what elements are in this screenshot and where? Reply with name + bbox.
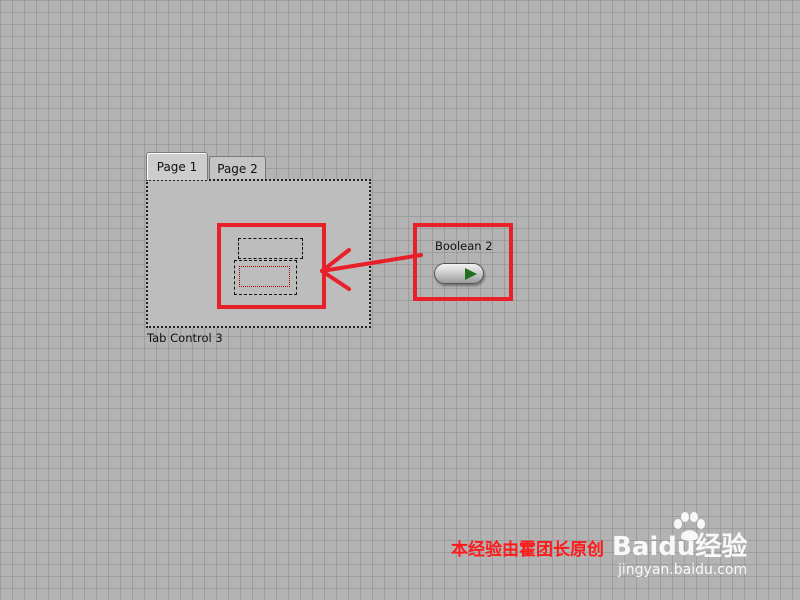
annotation-arrow [320,248,423,291]
watermark-url: jingyan.baidu.com [618,562,748,578]
tab-page-1-label: Page 1 [156,159,198,174]
tab-page-2[interactable]: Page 2 [209,156,266,180]
tab-page-2-label: Page 2 [217,161,258,176]
baidu-jingyan-watermark: Baidu经验 jingyan.baidu.com [612,512,762,582]
boolean-control-label: Boolean 2 [435,239,493,253]
switch-led-indicator [465,268,477,280]
author-watermark-text: 本经验由霍团长原创 [451,540,604,560]
highlight-box-target [217,223,326,309]
boolean-switch[interactable] [434,263,484,284]
tab-page-1[interactable]: Page 1 [146,152,208,180]
tab-control-label: Tab Control 3 [147,331,223,345]
highlight-box-source [413,223,513,301]
watermark-brand: Baidu经验 [612,532,748,562]
